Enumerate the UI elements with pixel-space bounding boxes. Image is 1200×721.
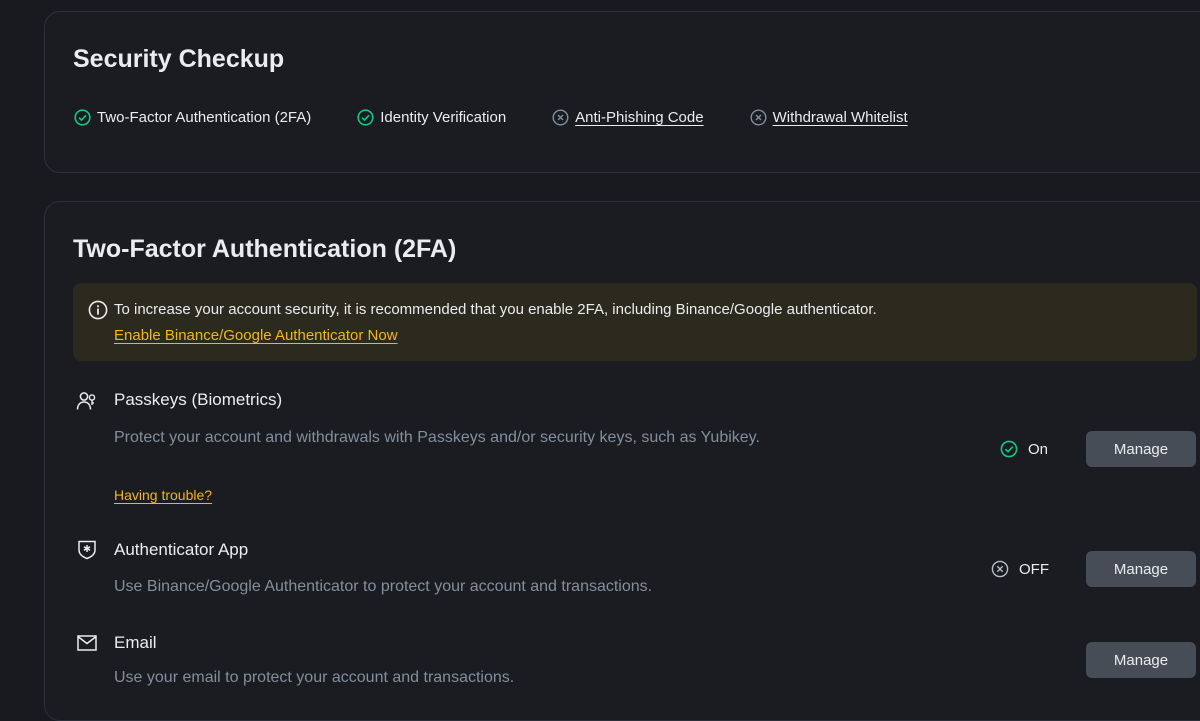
- notice-message: To increase your account security, it is…: [114, 301, 877, 318]
- method-description: Use Binance/Google Authenticator to prot…: [114, 578, 653, 595]
- method-description: Use your email to protect your account a…: [114, 669, 515, 686]
- users-icon: [76, 390, 98, 412]
- enable-authenticator-link[interactable]: Enable Binance/Google Authenticator Now: [114, 327, 398, 344]
- check-circle-icon: [1000, 440, 1018, 458]
- anti-phishing-link[interactable]: Anti-Phishing Code: [575, 109, 703, 126]
- two-factor-title: Two-Factor Authentication (2FA): [73, 235, 457, 263]
- manage-email-button[interactable]: Manage: [1086, 642, 1196, 678]
- status-label: OFF: [1019, 560, 1049, 578]
- check-circle-icon: [74, 109, 91, 126]
- check-circle-icon: [357, 109, 374, 126]
- checklist-item-label: Two-Factor Authentication (2FA): [97, 109, 312, 126]
- checklist-item-label: Identity Verification: [380, 109, 507, 126]
- checklist-item-withdrawal-whitelist[interactable]: Withdrawal Whitelist: [750, 109, 908, 126]
- manage-passkeys-button[interactable]: Manage: [1086, 431, 1196, 467]
- info-icon: [88, 300, 108, 320]
- method-description: Protect your account and withdrawals wit…: [114, 429, 760, 446]
- status-on: On: [1000, 440, 1048, 458]
- mail-icon: [76, 632, 98, 654]
- method-passkeys: Passkeys (Biometrics) Protect your accou…: [73, 390, 1197, 510]
- x-circle-icon: [552, 109, 569, 126]
- security-checkup-title: Security Checkup: [73, 45, 285, 73]
- status-off: OFF: [991, 560, 1049, 578]
- checklist-item-2fa: Two-Factor Authentication (2FA): [74, 109, 311, 126]
- shield-asterisk-icon: [76, 538, 98, 560]
- method-authenticator-app: Authenticator App Use Binance/Google Aut…: [73, 538, 1197, 598]
- method-title: Passkeys (Biometrics): [114, 390, 283, 409]
- security-checklist: Two-Factor Authentication (2FA) Identity…: [74, 109, 954, 126]
- manage-authenticator-button[interactable]: Manage: [1086, 551, 1196, 587]
- x-circle-icon: [750, 109, 767, 126]
- checklist-item-identity: Identity Verification: [357, 109, 506, 126]
- security-notice: To increase your account security, it is…: [73, 283, 1197, 361]
- method-email: Email Use your email to protect your acc…: [73, 632, 1197, 712]
- withdrawal-whitelist-link[interactable]: Withdrawal Whitelist: [773, 109, 908, 126]
- security-checkup-card: Security Checkup Two-Factor Authenticati…: [44, 11, 1200, 173]
- two-factor-card: Two-Factor Authentication (2FA) To incre…: [44, 201, 1200, 721]
- x-circle-icon: [991, 560, 1009, 578]
- having-trouble-link[interactable]: Having trouble?: [114, 487, 212, 503]
- checklist-item-anti-phishing[interactable]: Anti-Phishing Code: [552, 109, 704, 126]
- method-title: Email: [114, 633, 157, 652]
- method-title: Authenticator App: [114, 540, 249, 559]
- status-label: On: [1028, 440, 1049, 458]
